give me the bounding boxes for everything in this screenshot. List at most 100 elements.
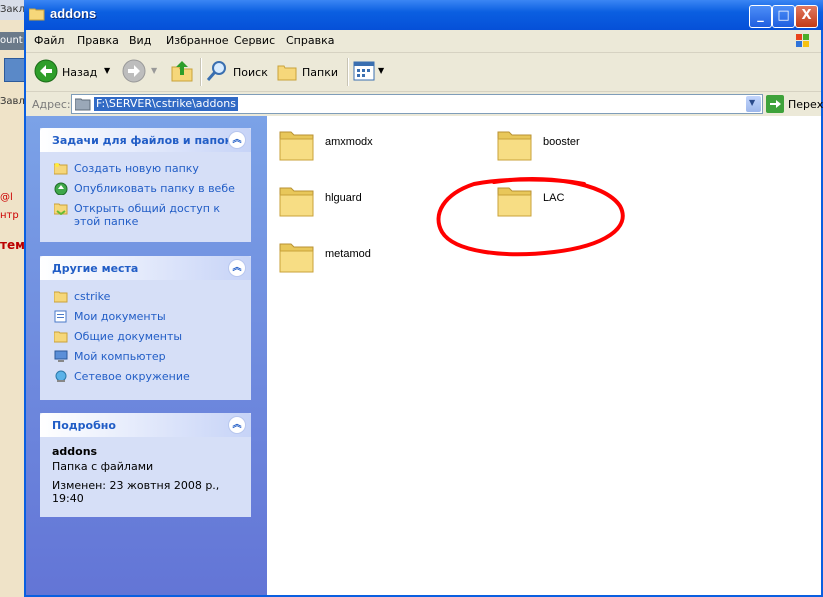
explorer-window: addons _ □ X Файл Правка Вид Избранное С… [24,0,823,597]
folder-item-hlguard[interactable]: hlguard [277,180,477,224]
publish-web-link[interactable]: Опубликовать папку в вебе [52,182,243,198]
forward-dropdown-icon: ▼ [151,66,158,75]
places-panel: Другие места ︽ cstrike Мои документы Общ… [40,256,251,400]
go-button[interactable] [766,95,784,113]
window-title: addons [50,6,97,21]
details-name: addons [52,445,98,458]
close-icon: X [801,8,812,23]
folder-icon [75,98,91,111]
go-label[interactable]: Переход [788,98,823,111]
search-label: Поиск [233,66,268,79]
menu-view[interactable]: Вид [129,34,151,47]
chevron-down-icon: ▼ [749,98,756,107]
search-button[interactable]: Поиск [206,59,272,85]
close-button[interactable]: X [795,5,818,28]
go-arrow-icon [770,100,781,108]
share-folder-icon [54,203,68,215]
collapse-icon[interactable]: ︽ [228,259,246,277]
collapse-icon[interactable]: ︽ [228,416,246,434]
details-type: Папка с файлами [52,460,154,473]
menu-file[interactable]: Файл [34,34,64,47]
folders-icon [277,65,297,81]
details-panel-title: Подробно [52,419,116,432]
menu-tools[interactable]: Сервис [234,34,275,47]
windows-logo-icon [785,30,821,52]
folder-icon [497,131,532,161]
title-bar[interactable]: addons _ □ X [24,0,823,30]
views-button[interactable]: ▼ [353,59,389,85]
background-text-3: нтр [0,210,19,221]
background-text-4: тем [0,238,25,252]
file-list: amxmodx booster hlguard LAC metamod [267,116,821,595]
folders-button[interactable]: Папки [276,59,342,85]
background-text-1: Завле [0,96,26,107]
folder-icon [279,243,314,273]
tasks-panel-title: Задачи для файлов и папок [52,134,233,147]
up-folder-button[interactable] [170,59,196,85]
menu-bar: Файл Правка Вид Избранное Сервис Справка [26,30,821,53]
place-link-network[interactable]: Сетевое окружение [52,370,243,386]
address-path: F:\SERVER\cstrike\addons [94,97,238,111]
up-folder-icon [171,61,193,82]
folder-name: hlguard [325,192,362,204]
tasks-panel-header[interactable]: Задачи для файлов и папок ︽ [40,128,251,152]
address-bar: Адрес: F:\SERVER\cstrike\addons ▼ Перехо… [26,92,823,117]
minimize-button[interactable]: _ [749,5,772,28]
publish-web-icon [54,182,68,195]
background-text-2: @l [0,192,13,203]
views-icon [353,61,375,81]
folder-name: booster [543,136,580,148]
tasks-panel: Задачи для файлов и папок ︽ Создать нову… [40,128,251,242]
place-link-cstrike[interactable]: cstrike [52,290,243,306]
folder-item-amxmodx[interactable]: amxmodx [277,124,477,168]
places-panel-header[interactable]: Другие места ︽ [40,256,251,280]
forward-button[interactable]: ▼ [122,59,162,85]
share-folder-link[interactable]: Открыть общий доступ к этой папке [52,202,243,228]
folder-icon [29,8,45,21]
folders-label: Папки [302,66,338,79]
background-window: Закл ount Завле @l нтр тем [0,0,26,597]
folder-icon [497,187,532,217]
place-link-my-computer[interactable]: Мой компьютер [52,350,243,366]
back-arrow-icon [34,59,58,83]
details-panel: Подробно ︽ addons Папка с файлами Измене… [40,413,251,517]
menu-favorites[interactable]: Избранное [166,34,228,47]
back-button[interactable]: Назад ▼ [34,59,114,85]
my-documents-icon [54,310,67,323]
new-folder-link[interactable]: Создать новую папку [52,162,243,178]
folder-item-booster[interactable]: booster [495,124,695,168]
folder-item-lac[interactable]: LAC [495,180,695,224]
back-dropdown-icon[interactable]: ▼ [104,66,110,75]
place-link-shared-documents[interactable]: Общие документы [52,330,243,346]
minimize-icon: _ [757,8,764,23]
background-window-tab: ount [0,32,26,50]
place-link-my-documents[interactable]: Мои документы [52,310,243,326]
new-folder-icon [54,163,68,175]
my-computer-icon [54,350,68,362]
folder-icon [279,131,314,161]
task-pane: Задачи для файлов и папок ︽ Создать нову… [26,116,267,595]
toolbar-separator [200,58,202,86]
details-panel-header[interactable]: Подробно ︽ [40,413,251,437]
back-label: Назад [62,66,98,79]
address-dropdown-button[interactable]: ▼ [746,96,761,112]
address-input[interactable]: F:\SERVER\cstrike\addons ▼ [71,94,763,114]
folder-item-metamod[interactable]: metamod [277,236,477,280]
maximize-icon: □ [777,8,790,23]
home-icon [4,58,26,82]
folder-name: metamod [325,248,371,260]
maximize-button[interactable]: □ [772,5,795,28]
menu-help[interactable]: Справка [286,34,334,47]
menu-edit[interactable]: Правка [77,34,119,47]
search-icon [206,61,226,81]
network-icon [55,370,67,382]
folder-name: LAC [543,192,565,204]
collapse-icon[interactable]: ︽ [228,131,246,149]
folder-icon [279,187,314,217]
views-dropdown-icon: ▼ [378,66,385,75]
forward-arrow-icon [122,59,146,83]
folder-icon [54,291,68,303]
toolbar: Назад ▼ ▼ Поиск Папки ▼ [26,53,821,92]
places-panel-title: Другие места [52,262,139,275]
background-window-title: Закл [0,0,26,20]
